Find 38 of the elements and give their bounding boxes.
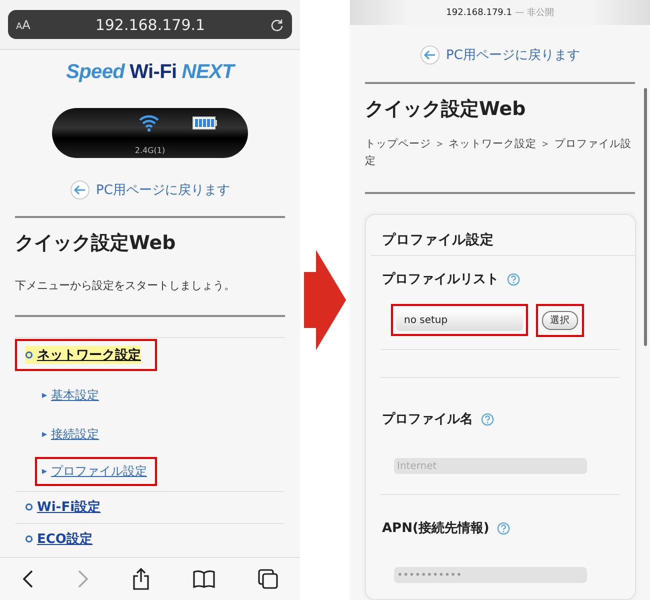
bullet-icon [25, 351, 33, 359]
address-bar-url[interactable]: 192.168.179.1 [30, 16, 270, 34]
scrollbar[interactable] [644, 88, 647, 346]
intro-text: 下メニューから設定をスタートしましょう。 [14, 278, 236, 293]
bullet-icon [25, 503, 33, 511]
address-url[interactable]: 192.168.179.1 [446, 8, 512, 18]
book-icon[interactable] [193, 570, 216, 588]
field-label: APN(接続先情報) [382, 520, 490, 537]
page-title: クイック設定Web [14, 231, 177, 256]
breadcrumb: トップページ ＞ ネットワーク設定 ＞ プロファイル設定 [364, 137, 632, 169]
battery-icon [192, 116, 218, 130]
tabs-icon[interactable] [258, 569, 278, 589]
field-label: プロファイルリスト [382, 270, 499, 288]
menu-item[interactable]: ECO設定 [25, 530, 92, 548]
bullet-icon [42, 432, 47, 437]
submenu-item[interactable]: 基本設定 [42, 387, 99, 404]
page-title: クイック設定Web [364, 97, 527, 122]
text-size-button[interactable]: AA [16, 18, 30, 32]
menu-item[interactable]: ネットワーク設定 [25, 346, 141, 364]
bullet-icon [42, 469, 47, 474]
bullet-icon [42, 393, 47, 398]
reload-icon[interactable] [270, 18, 284, 32]
band-label: 2.4G(1) [134, 146, 166, 157]
select-button[interactable]: 選択 [542, 311, 578, 330]
profile-dropdown[interactable]: no setup [396, 309, 523, 331]
back-icon[interactable] [22, 570, 34, 588]
card-title: プロファイル設定 [381, 231, 495, 250]
pc-page-link[interactable]: PC用ページに戻ります [446, 46, 580, 64]
submenu-item[interactable]: 接続設定 [42, 426, 99, 443]
right-arrow-icon [304, 250, 346, 350]
menu-item[interactable]: Wi-Fi設定 [25, 498, 101, 516]
privacy-label: — 非公開 [514, 6, 554, 19]
pc-page-link[interactable]: PC用ページに戻ります [96, 181, 230, 199]
wifi-icon [138, 114, 160, 132]
field-label: プロファイル名 [382, 410, 473, 428]
share-icon[interactable] [132, 568, 150, 590]
bullet-icon [25, 535, 33, 543]
logo: Speed Wi-Fi NEXT [66, 61, 234, 84]
